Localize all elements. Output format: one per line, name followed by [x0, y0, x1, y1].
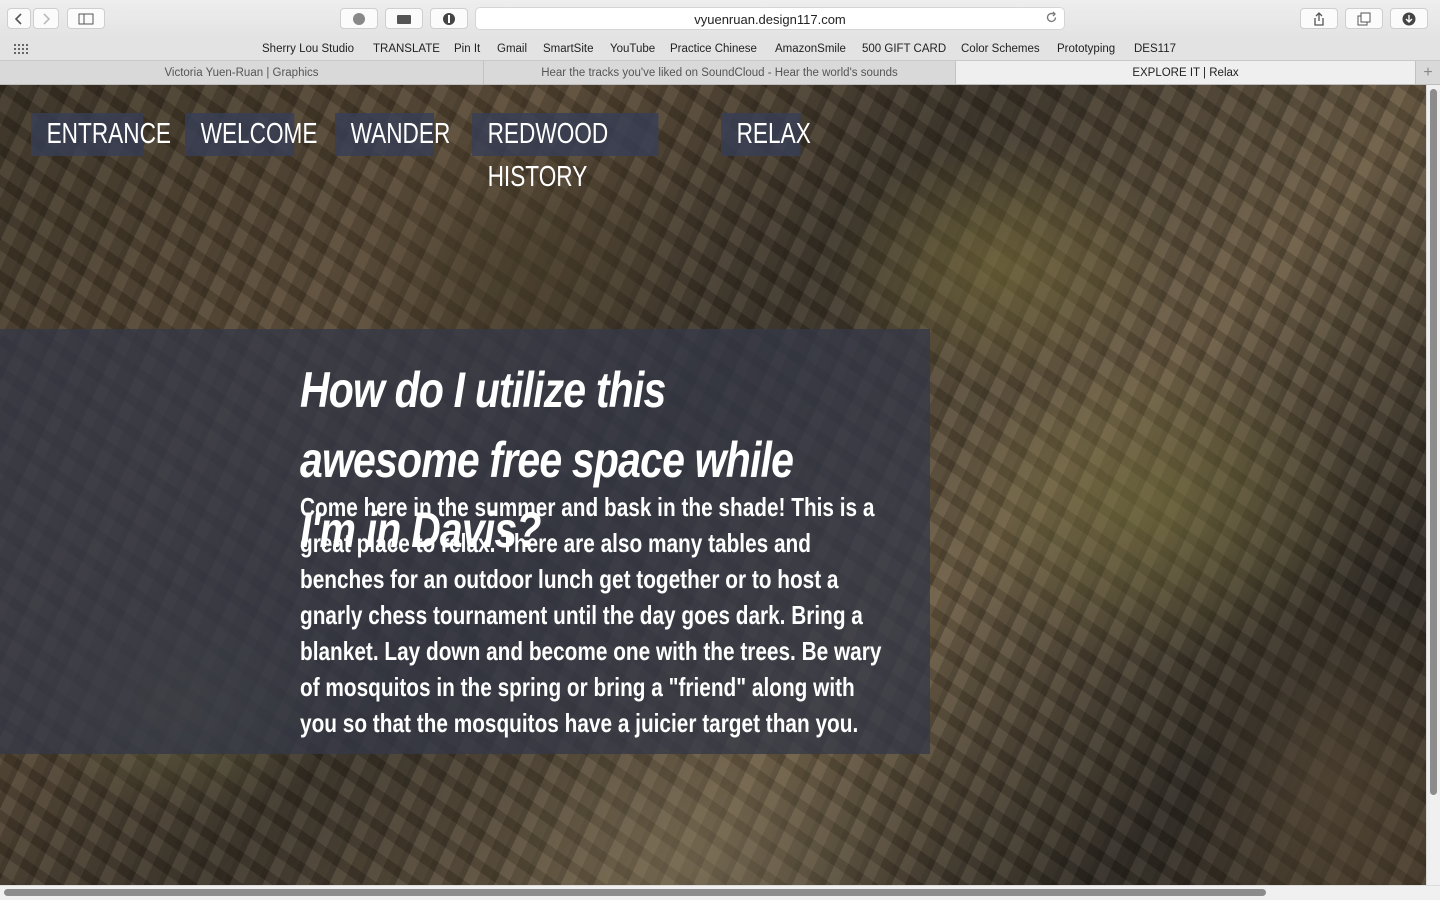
chevron-left-icon	[14, 12, 22, 25]
bookmark-item[interactable]: Sherry Lou Studio	[262, 43, 354, 55]
bookmark-item[interactable]: SmartSite	[543, 43, 594, 55]
bookmarks-bar: Sherry Lou Studio TRANSLATE Pin It Gmail…	[0, 38, 1440, 61]
bookmark-item[interactable]: DES117	[1134, 43, 1176, 55]
nav-item-relax[interactable]: RELAX	[721, 113, 811, 156]
nav-item-wander[interactable]: WANDER	[335, 113, 450, 156]
browser-tab[interactable]: Hear the tracks you've liked on SoundClo…	[484, 61, 956, 84]
tabs-overview-button[interactable]	[1345, 8, 1383, 29]
browser-toolbar: vyuenruan.design117.com	[0, 0, 1440, 38]
horizontal-scroll-thumb[interactable]	[4, 889, 1266, 896]
bookmark-item[interactable]: Pin It	[454, 43, 480, 55]
address-url: vyuenruan.design117.com	[694, 12, 846, 27]
sidebar-toggle-button[interactable]	[67, 8, 105, 29]
bookmark-item[interactable]: Prototyping	[1057, 43, 1115, 55]
sidebar-icon	[78, 13, 94, 24]
forward-button[interactable]	[33, 8, 59, 29]
bookmark-item[interactable]: YouTube	[610, 43, 655, 55]
reload-icon[interactable]	[1045, 11, 1058, 29]
back-button[interactable]	[7, 8, 31, 29]
keyboard-icon	[397, 14, 411, 24]
downloads-button[interactable]	[1390, 8, 1428, 29]
bookmark-item[interactable]: TRANSLATE	[373, 43, 440, 55]
site-nav: ENTRANCE WELCOME WANDER REDWOOD HISTORY …	[31, 113, 823, 193]
vertical-scrollbar[interactable]	[1426, 85, 1440, 885]
nav-item-redwood-history[interactable]: REDWOOD HISTORY	[472, 113, 659, 193]
tabs-icon	[1357, 12, 1371, 25]
address-bar[interactable]: vyuenruan.design117.com	[475, 7, 1065, 30]
bookmark-item[interactable]: AmazonSmile	[775, 43, 846, 55]
bookmark-item[interactable]: Practice Chinese	[670, 43, 757, 55]
bookmark-item[interactable]: Color Schemes	[961, 43, 1040, 55]
nav-item-welcome[interactable]: WELCOME	[185, 113, 317, 156]
share-button[interactable]	[1300, 8, 1338, 29]
extension-icon	[353, 12, 365, 25]
shield-icon	[443, 12, 455, 25]
nav-item-entrance[interactable]: ENTRANCE	[31, 113, 171, 156]
vertical-scroll-thumb[interactable]	[1430, 89, 1437, 795]
extension-button-3[interactable]	[430, 8, 468, 29]
share-icon	[1314, 11, 1324, 26]
download-icon	[1402, 12, 1416, 25]
grid-icon[interactable]	[14, 43, 30, 61]
new-tab-button[interactable]: +	[1416, 61, 1440, 84]
extension-button-2[interactable]	[385, 8, 423, 29]
browser-tab[interactable]: Victoria Yuen-Ruan | Graphics	[0, 61, 484, 84]
chevron-right-icon	[43, 12, 51, 25]
horizontal-scrollbar[interactable]	[0, 885, 1440, 900]
bookmark-item[interactable]: 500 GIFT CARD	[862, 43, 946, 55]
bookmark-item[interactable]: Gmail	[497, 43, 527, 55]
page-viewport: ENTRANCE WELCOME WANDER REDWOOD HISTORY …	[0, 85, 1426, 885]
tab-bar: Victoria Yuen-Ruan | Graphics Hear the t…	[0, 61, 1440, 85]
browser-tab-active[interactable]: EXPLORE IT | Relax	[956, 61, 1416, 84]
page-body-text: Come here in the summer and bask in the …	[300, 492, 882, 738]
extension-button-1[interactable]	[340, 8, 378, 29]
